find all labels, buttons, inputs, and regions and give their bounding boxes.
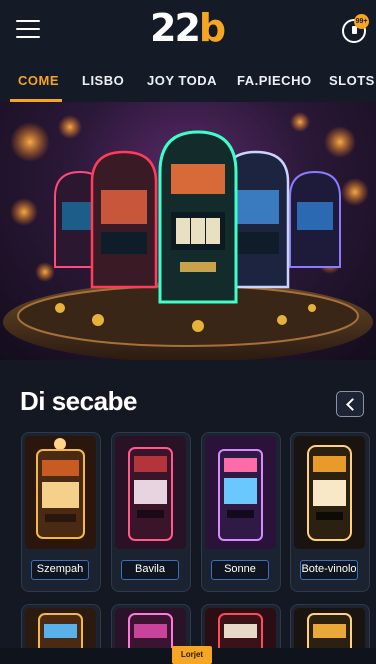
slot-machines-illustration (3, 112, 373, 360)
tab-lisbo[interactable]: LISBO (82, 73, 124, 88)
notification-badge: 99+ (354, 14, 369, 29)
game-card[interactable]: Bote-vinolo (290, 432, 370, 592)
bottom-tag[interactable]: Lorjet (172, 646, 212, 664)
game-thumbnail (205, 436, 276, 549)
brand-logo[interactable]: 22b (150, 6, 226, 50)
game-thumbnail (25, 436, 96, 549)
tab-come[interactable]: COME (18, 73, 59, 88)
top-bar: 22b 99+ (0, 0, 376, 60)
game-thumbnail (115, 436, 186, 549)
game-card[interactable]: Sonne (201, 432, 281, 592)
section-title: Di secabe (20, 386, 137, 416)
logo-letter: b (198, 6, 226, 50)
tab-fa-piecho[interactable]: FA.PIECHO (237, 73, 312, 88)
game-label: Bote-vinolo (300, 560, 358, 580)
category-tabs: COME LISBO JOY TODA FA.PIECHO SLOTS (0, 60, 376, 102)
hamburger-menu-icon[interactable] (16, 20, 40, 40)
logo-number: 22 (150, 6, 201, 50)
chevron-left-icon[interactable] (336, 391, 364, 417)
game-thumbnail (294, 436, 365, 549)
game-card[interactable]: Szempah (21, 432, 101, 592)
game-label: Bavila (121, 560, 179, 580)
hero-banner[interactable] (0, 102, 376, 360)
tab-joy-toda[interactable]: JOY TODA (147, 73, 217, 88)
game-label: Szempah (31, 560, 89, 580)
tab-slots[interactable]: SLOTS (329, 73, 375, 88)
game-label: Sonne (211, 560, 269, 580)
game-card[interactable]: Bavila (111, 432, 191, 592)
